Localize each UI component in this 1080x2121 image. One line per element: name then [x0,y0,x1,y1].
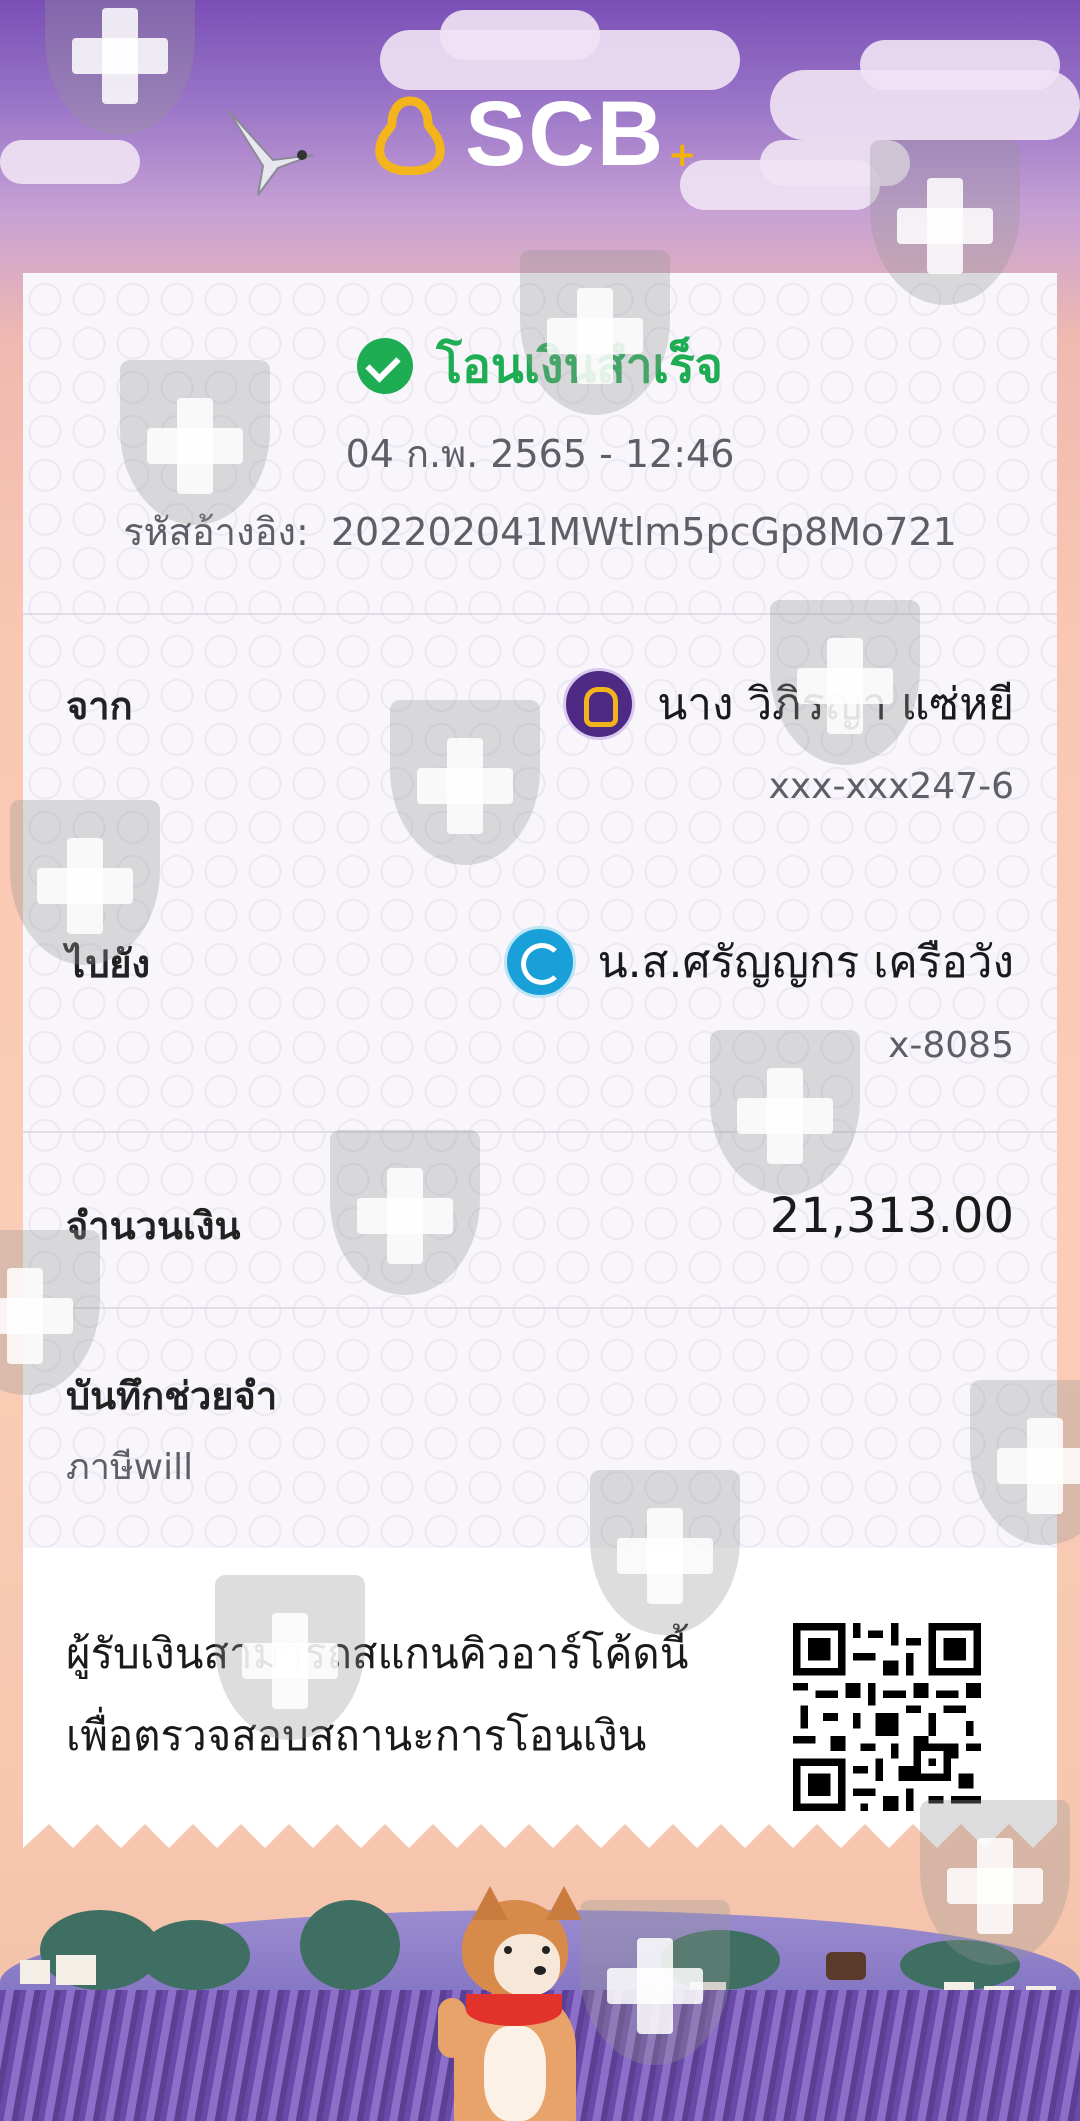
from-account-number: xxx-xxx247-6 [768,766,1014,807]
ktb-bank-icon [503,926,576,998]
scan-instructions: ผู้รับเงินสามารถสแกนคิวอาร์โค้ดนี้ เพื่อ… [66,1613,766,1777]
to-account-holder: น.ส.ศรัญญกร เครือวัง [503,926,1014,998]
bird-icon [227,109,314,196]
amount-value: 21,313.00 [769,1188,1014,1244]
scb-logo-icon [375,96,445,175]
divider [23,1131,1057,1133]
divider [23,1307,1057,1309]
scb-bank-icon [563,668,636,740]
to-account-number: x-8085 [888,1025,1014,1066]
bottom-illustration [0,1840,1080,2121]
scan-instructions-line2: เพื่อตรวจสอบสถานะการโอนเงิน [66,1711,647,1760]
success-check-icon [357,338,414,394]
receipt-page: SCB + โอนเงินสำเร็จ 04 ก.พ. 2565 - 12:46… [0,0,1080,2121]
to-name: น.ส.ศรัญญกร เครือวัง [597,937,1014,988]
reference-value: 202202041MWtlm5pcGp8Mo721 [330,510,957,554]
qr-code[interactable] [793,1623,981,1811]
from-label: จาก [66,684,133,728]
horse-icon [826,1952,866,1980]
memo-value: ภาษีwill [66,1447,194,1488]
memo-label: บันทึกช่วยจำ [66,1374,278,1418]
scb-logo-text: SCB [465,83,666,185]
plus-icon: + [668,135,697,175]
shiba-dog-mascot [438,1886,582,2121]
